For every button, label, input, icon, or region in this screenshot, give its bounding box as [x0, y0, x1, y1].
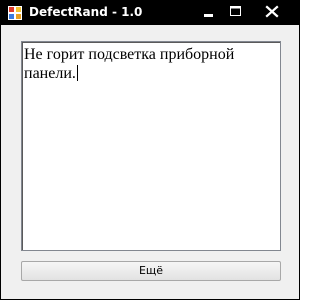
defect-text-area[interactable]: Не горит подсветка приборной панели.: [21, 41, 281, 251]
app-icon: [8, 5, 22, 20]
maximize-icon: [230, 6, 241, 16]
close-icon: [265, 5, 279, 18]
text-caret: [76, 65, 78, 81]
more-button[interactable]: Ещё: [21, 261, 281, 281]
maximize-button[interactable]: [222, 1, 249, 22]
defect-text-content[interactable]: Не горит подсветка приборной панели.: [24, 45, 274, 83]
defect-text: Не горит подсветка приборной панели.: [24, 46, 235, 82]
window-title: DefectRand - 1.0: [29, 5, 143, 19]
minimize-button[interactable]: [195, 1, 222, 22]
minimize-icon: [204, 14, 213, 17]
close-button[interactable]: [249, 1, 295, 22]
title-bar[interactable]: DefectRand - 1.0: [1, 1, 299, 25]
app-window: DefectRand - 1.0 Не горит подсветка приб…: [0, 0, 300, 300]
